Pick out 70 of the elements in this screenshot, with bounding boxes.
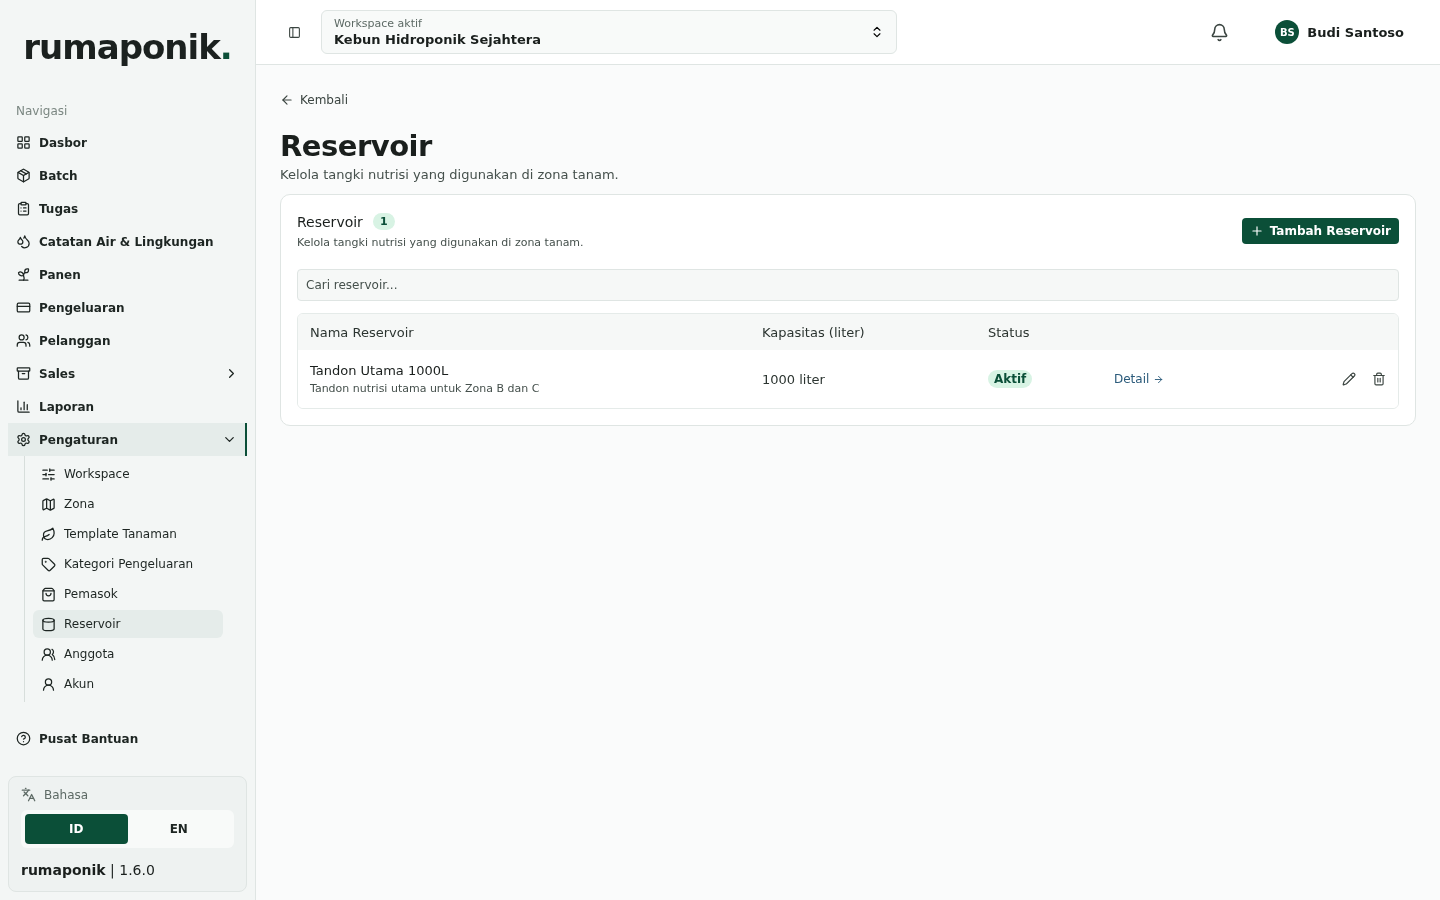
nav-icon — [16, 135, 31, 150]
nav-item[interactable]: Batch — [8, 159, 247, 192]
nav-icon — [16, 168, 31, 183]
nav-item[interactable]: Catatan Air & Lingkungan — [8, 225, 247, 258]
reservoir-description: Tandon nutrisi utama untuk Zona B dan C — [310, 382, 541, 395]
nav-item[interactable]: Laporan — [8, 390, 247, 423]
column-header: Nama Reservoir — [310, 324, 415, 340]
nav-icon — [16, 267, 31, 282]
help-link[interactable]: Pusat Bantuan — [8, 722, 247, 755]
nav-subitem[interactable]: Anggota — [33, 640, 223, 668]
nav-subitem[interactable]: Akun — [33, 670, 223, 698]
nav-icon — [16, 399, 31, 414]
arrow-right-icon — [1153, 373, 1165, 385]
language-option[interactable]: ID — [25, 814, 128, 844]
nav-icon — [16, 366, 31, 381]
workspace-select[interactable]: Workspace aktif Kebun Hidroponik Sejahtera — [321, 10, 897, 54]
nav-subitem[interactable]: Template Tanaman — [33, 520, 223, 548]
translate-icon — [21, 787, 36, 802]
nav-item[interactable]: Sales — [8, 357, 247, 390]
detail-link[interactable]: Detail — [1114, 372, 1306, 386]
column-header: Kapasitas (liter) — [762, 324, 866, 340]
nav-icon — [16, 300, 31, 315]
nav-icon — [16, 234, 31, 249]
capacity-cell-text: 1000 liter — [762, 371, 826, 387]
nav-item[interactable]: Pengeluaran — [8, 291, 247, 324]
nav-item[interactable]: Pelanggan — [8, 324, 247, 357]
nav-icon — [41, 466, 56, 482]
language-option[interactable]: EN — [127, 814, 230, 844]
page-subtitle: Kelola tangki nutrisi yang digunakan di zona tanam. — [280, 167, 620, 182]
nav-item[interactable]: Tugas — [8, 192, 247, 225]
nav-subitem[interactable]: Pemasok — [33, 580, 223, 608]
delete-icon[interactable] — [1372, 372, 1386, 386]
nav-item[interactable]: Panen — [8, 258, 247, 291]
language-label: Bahasa — [44, 787, 89, 802]
nav-item[interactable]: Dasbor — [8, 126, 247, 159]
nav-icon — [16, 432, 31, 447]
nav-icon — [41, 496, 56, 512]
plus-icon — [1249, 224, 1264, 238]
version-text: rumaponik | 1.6.0 — [21, 862, 155, 878]
user-name[interactable]: Budi Santoso — [1307, 24, 1404, 40]
search-field[interactable]: Cari reservoir... — [297, 269, 1399, 301]
status-badge: Aktif — [988, 370, 1033, 388]
nav-icon — [16, 333, 31, 348]
section-label: Navigasi — [15, 103, 69, 120]
page-title: Reservoir — [280, 129, 434, 163]
back-link[interactable]: Kembali — [280, 93, 1416, 107]
nav-icon — [41, 676, 56, 692]
notification-icon[interactable] — [1210, 22, 1230, 42]
card-description: Kelola tangki nutrisi yang digunakan di zona tanam. — [297, 236, 584, 249]
nav-icon — [16, 201, 31, 216]
logo: rumaponik. — [22, 26, 233, 69]
reservoir-name: Tandon Utama 1000L — [310, 363, 450, 378]
card-title: Reservoir — [297, 213, 363, 230]
nav-subitem[interactable]: Zona — [33, 490, 223, 518]
count-badge: 1 — [372, 213, 395, 230]
column-header: Status — [988, 324, 1031, 340]
nav-subitem[interactable]: Kategori Pengeluaran — [33, 550, 223, 578]
help-icon — [16, 731, 31, 746]
nav-icon — [41, 616, 56, 632]
nav-subitem[interactable]: Workspace — [33, 460, 223, 488]
nav-icon — [41, 586, 56, 602]
nav-subitem[interactable]: Reservoir — [33, 610, 223, 638]
nav-icon — [41, 556, 56, 572]
nav-item[interactable]: Pengaturan — [8, 423, 247, 456]
nav-icon — [41, 646, 56, 662]
add-reservoir-button[interactable]: Tambah Reservoir — [1241, 218, 1399, 244]
sidebar-toggle-icon[interactable] — [288, 25, 301, 39]
nav-icon — [41, 526, 56, 542]
avatar[interactable]: BS — [1275, 20, 1300, 44]
edit-icon[interactable] — [1342, 372, 1356, 386]
